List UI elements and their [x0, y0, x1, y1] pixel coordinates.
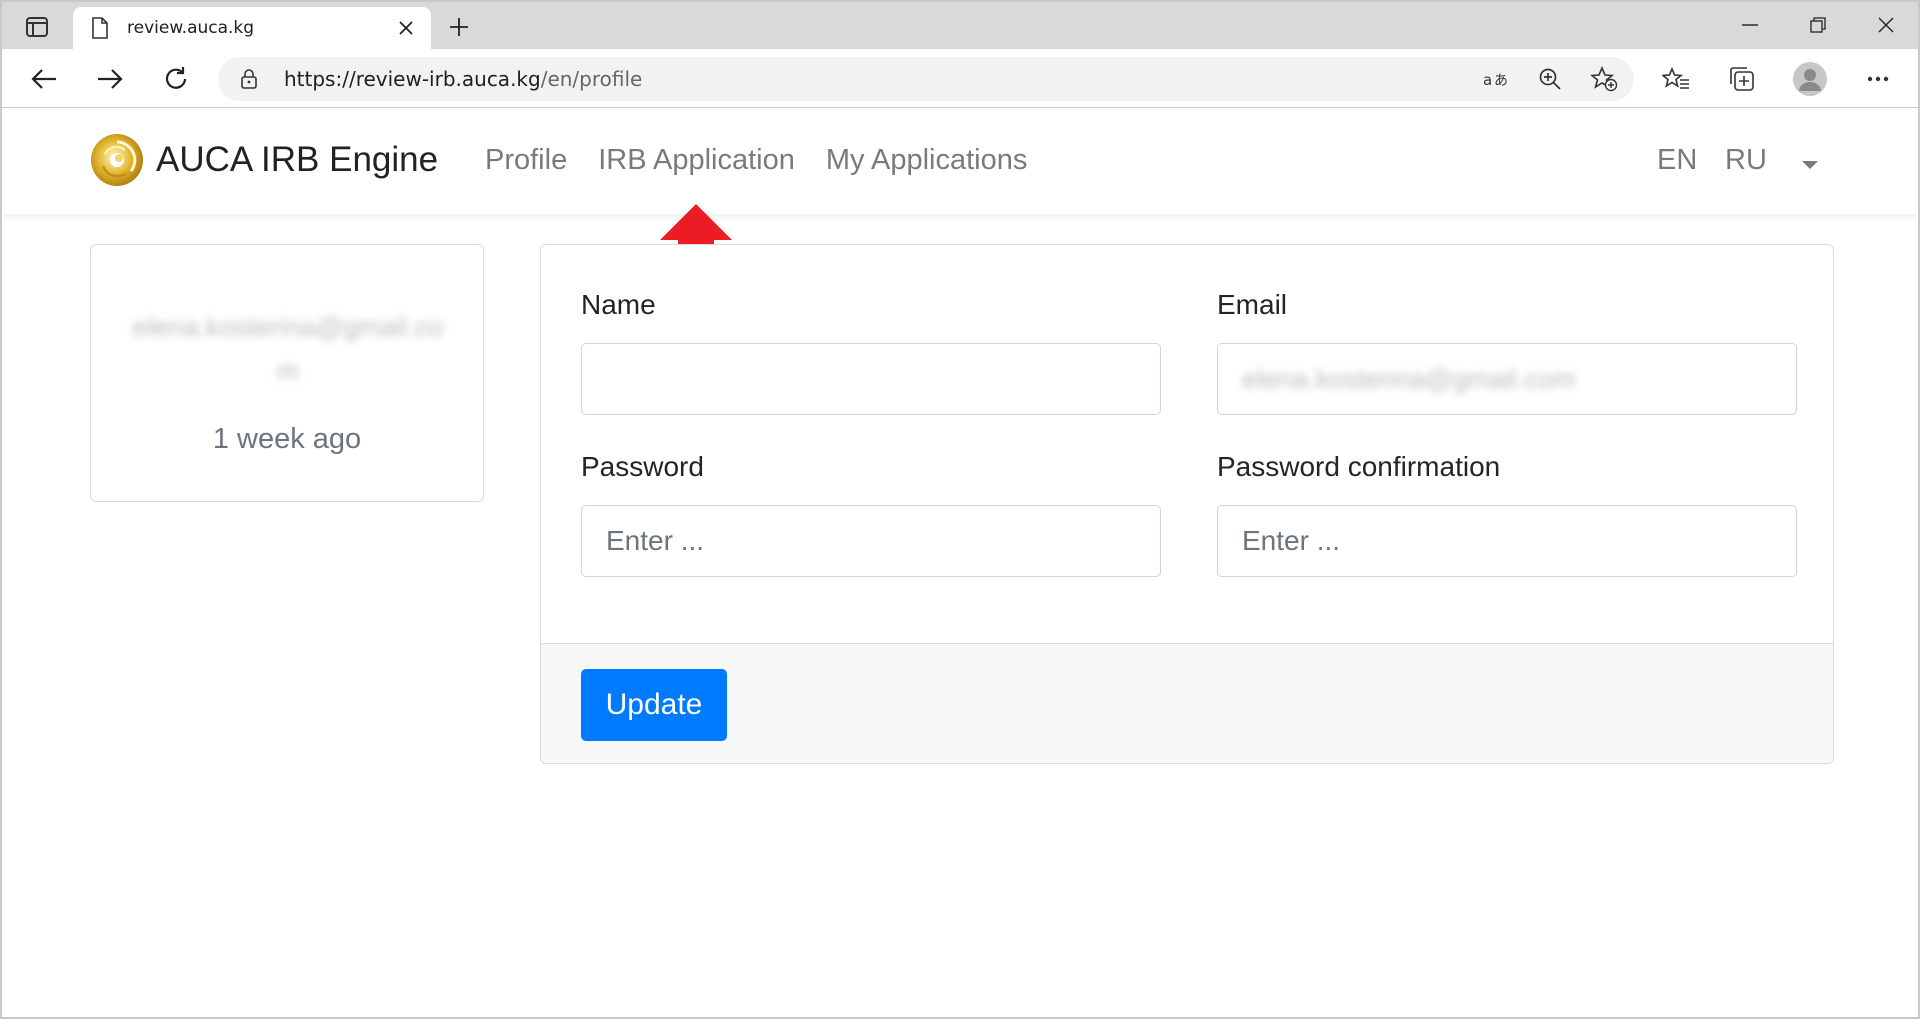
brand[interactable]: AUCA IRB Engine	[90, 133, 438, 187]
read-aloud-icon[interactable]: aあ	[1480, 65, 1512, 93]
more-icon[interactable]	[1858, 59, 1898, 99]
nav-links: Profile IRB Application My Applications	[485, 144, 1058, 177]
lang-ru[interactable]: RU	[1725, 144, 1767, 177]
password-confirmation-label: Password confirmation	[1217, 451, 1501, 482]
profile-form-card: Name Email elena.kosterina@gmail.com Pas…	[540, 244, 1834, 764]
svg-text:あ: あ	[1494, 73, 1508, 89]
site-navbar: AUCA IRB Engine Profile IRB Application …	[2, 108, 1918, 214]
tab-bar: review.auca.kg	[2, 2, 1918, 49]
password-input[interactable]	[581, 505, 1161, 577]
profile-email: elena.kosterina@gmail.com	[132, 312, 444, 386]
profile-summary-card: elena.kosterina@gmail.com 1 week ago	[90, 244, 484, 502]
tab-title: review.auca.kg	[127, 18, 255, 38]
page-icon	[91, 15, 113, 41]
minimize-icon[interactable]	[1720, 8, 1780, 42]
nav-link-my-applications[interactable]: My Applications	[826, 144, 1028, 177]
svg-text:a: a	[1483, 71, 1492, 89]
email-input[interactable]: elena.kosterina@gmail.com	[1217, 343, 1797, 415]
auca-logo-icon	[91, 134, 143, 186]
profile-avatar-icon[interactable]	[1790, 59, 1830, 99]
favorites-icon[interactable]	[1656, 59, 1696, 99]
form-footer: Update	[541, 643, 1833, 763]
profile-time-ago: 1 week ago	[212, 423, 362, 455]
add-favorite-icon[interactable]	[1588, 65, 1620, 93]
brand-title: AUCA IRB Engine	[156, 140, 439, 179]
email-label: Email	[1217, 289, 1288, 320]
url-text: https://review-irb.auca.kg/en/profile	[284, 67, 642, 91]
lang-en[interactable]: EN	[1657, 144, 1697, 177]
nav-link-irb-application[interactable]: IRB Application	[598, 144, 795, 177]
collections-icon[interactable]	[1722, 59, 1762, 99]
refresh-icon[interactable]	[156, 59, 196, 99]
restore-icon[interactable]	[1788, 8, 1848, 42]
name-input[interactable]	[581, 343, 1161, 415]
forward-icon[interactable]	[90, 59, 130, 99]
name-label: Name	[581, 289, 656, 320]
browser-tab[interactable]: review.auca.kg	[73, 7, 431, 49]
url-host: https://review-irb.auca.kg	[284, 67, 541, 91]
lock-icon[interactable]	[238, 68, 260, 90]
browser-window: review.auca.kg https://review-irb.auca.k…	[0, 0, 1920, 1019]
nav-link-profile[interactable]: Profile	[485, 144, 567, 177]
url-path: /en/profile	[540, 67, 643, 91]
address-bar[interactable]: https://review-irb.auca.kg/en/profile aあ	[218, 57, 1634, 101]
email-value: elena.kosterina@gmail.com	[1242, 364, 1576, 394]
browser-toolbar: https://review-irb.auca.kg/en/profile aあ	[2, 49, 1918, 108]
close-icon[interactable]	[391, 13, 421, 43]
tab-actions-icon[interactable]	[16, 12, 58, 42]
back-icon[interactable]	[24, 59, 64, 99]
password-confirmation-input[interactable]	[1217, 505, 1797, 577]
plus-icon[interactable]	[442, 12, 476, 42]
password-label: Password	[581, 451, 704, 482]
caret-down-icon[interactable]	[1800, 158, 1820, 172]
zoom-icon[interactable]	[1534, 65, 1566, 93]
close-window-icon[interactable]	[1856, 8, 1916, 42]
update-button[interactable]: Update	[581, 669, 727, 741]
